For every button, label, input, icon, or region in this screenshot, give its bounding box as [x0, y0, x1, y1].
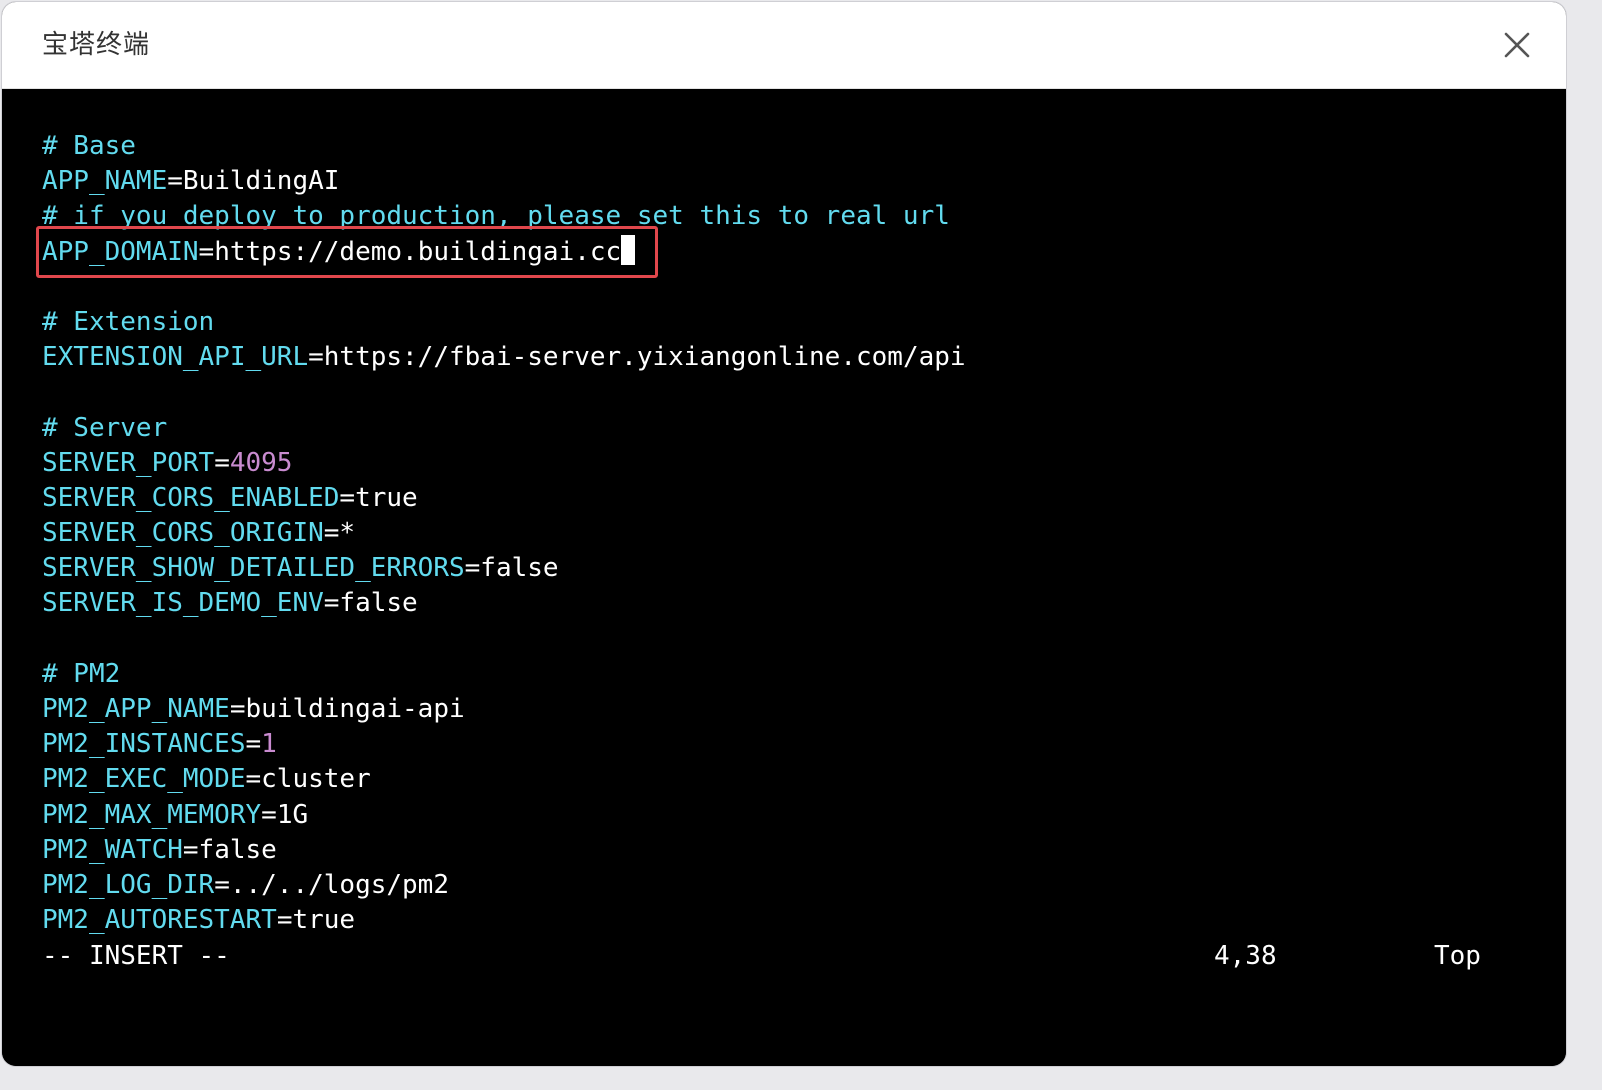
config-value: true	[355, 482, 418, 513]
config-key: PM2_MAX_MEMORY	[42, 799, 262, 830]
cursor-position: 4,38	[1214, 941, 1277, 971]
equals-sign: =	[323, 588, 340, 619]
config-key: PM2_WATCH	[42, 834, 183, 865]
config-value: false	[339, 588, 418, 619]
config-value: ../../logs/pm2	[229, 869, 449, 900]
config-line-pm2-app-name: PM2_APP_NAME=buildingai-api	[42, 692, 966, 727]
config-line-pm2-exec-mode: PM2_EXEC_MODE=cluster	[42, 762, 966, 797]
config-value: 1G	[276, 799, 309, 830]
config-key: SERVER_PORT	[42, 447, 215, 478]
config-value: https://fbai-server.yixiangonline.com/ap…	[323, 342, 966, 373]
config-line-pm2-max-memory: PM2_MAX_MEMORY=1G	[42, 798, 966, 833]
title-bar: 宝塔终端	[2, 2, 1566, 89]
config-key: SERVER_SHOW_DETAILED_ERRORS	[42, 553, 465, 584]
equals-sign: =	[308, 342, 324, 373]
config-line-server-show-detailed-errors: SERVER_SHOW_DETAILED_ERRORS=false	[42, 551, 966, 586]
config-value: cluster	[261, 764, 371, 795]
editor-lines: # Base APP_NAME=BuildingAI # if you deploy…	[42, 129, 966, 938]
config-value: *	[339, 518, 356, 549]
config-key: SERVER_CORS_ORIGIN	[42, 518, 324, 549]
window-title: 宝塔终端	[42, 30, 151, 60]
comment-line: # if you deploy to production, please se…	[42, 199, 966, 234]
comment-line: # Server	[42, 411, 966, 446]
comment-text: # Extension	[42, 306, 215, 337]
equals-sign: =	[261, 799, 277, 830]
config-value: buildingai-api	[245, 694, 465, 724]
equals-sign: =	[323, 518, 340, 549]
config-key: SERVER_IS_DEMO_ENV	[42, 588, 324, 619]
config-key: PM2_EXEC_MODE	[42, 764, 246, 795]
terminal-area[interactable]: # Base APP_NAME=BuildingAI # if you deploy…	[2, 89, 1566, 1066]
config-key: PM2_INSTANCES	[42, 729, 246, 760]
config-value: 1	[261, 729, 277, 760]
scroll-position: Top	[1434, 941, 1481, 971]
close-button[interactable]	[1498, 26, 1536, 64]
config-key: PM2_AUTORESTART	[42, 905, 277, 936]
config-line-pm2-watch: PM2_WATCH=false	[42, 833, 966, 868]
vim-status-line: -- INSERT -- 4,38 Top	[42, 939, 1492, 974]
comment-line: # Extension	[42, 305, 966, 340]
equals-sign: =	[214, 447, 230, 478]
equals-sign: =	[214, 869, 230, 900]
comment-text: # if you deploy to production, please se…	[42, 201, 950, 232]
comment-line: # Base	[42, 129, 966, 164]
config-line-server-port: SERVER_PORT=4095	[42, 446, 966, 481]
config-line-extension-api-url: EXTENSION_API_URL=https://fbai-server.yi…	[42, 340, 966, 375]
comment-text: # Server	[42, 412, 168, 443]
config-key: APP_NAME	[42, 166, 168, 197]
comment-text: # Base	[42, 131, 136, 161]
close-icon	[1504, 32, 1530, 58]
config-line-server-cors-origin: SERVER_CORS_ORIGIN=*	[42, 516, 966, 551]
config-line-pm2-instances: PM2_INSTANCES=1	[42, 727, 966, 762]
equals-sign: =	[464, 553, 481, 584]
config-key: APP_DOMAIN	[42, 236, 199, 267]
equals-sign: =	[276, 905, 293, 936]
equals-sign: =	[245, 729, 262, 760]
equals-sign: =	[339, 482, 356, 513]
config-line-server-is-demo-env: SERVER_IS_DEMO_ENV=false	[42, 586, 966, 621]
config-line-pm2-autorestart: PM2_AUTORESTART=true	[42, 903, 966, 938]
config-value: false	[198, 834, 277, 865]
config-value: https://demo.buildingai.cc	[214, 236, 622, 267]
insert-mode-indicator: -- INSERT --	[42, 941, 230, 971]
comment-text: # PM2	[42, 658, 121, 689]
text-cursor	[621, 234, 636, 265]
equals-sign: =	[182, 834, 199, 865]
config-key: PM2_LOG_DIR	[42, 869, 215, 900]
config-line-app-name: APP_NAME=BuildingAI	[42, 164, 966, 199]
config-value: false	[480, 553, 559, 584]
comment-line: # PM2	[42, 657, 966, 692]
equals-sign: =	[229, 694, 246, 724]
config-key: SERVER_CORS_ENABLED	[42, 482, 340, 513]
config-key: PM2_APP_NAME	[42, 694, 230, 724]
config-line-pm2-log-dir: PM2_LOG_DIR=../../logs/pm2	[42, 868, 966, 903]
config-line-app-domain: APP_DOMAIN=https://demo.buildingai.cc	[42, 234, 966, 270]
config-value: BuildingAI	[182, 166, 340, 197]
equals-sign: =	[245, 764, 262, 795]
config-value: true	[292, 905, 356, 936]
config-line-server-cors-enabled: SERVER_CORS_ENABLED=true	[42, 481, 966, 516]
equals-sign: =	[167, 166, 183, 197]
terminal-window: 宝塔终端 # Base APP_NAME=BuildingAI # if you d…	[2, 2, 1566, 1066]
equals-sign: =	[198, 236, 215, 267]
config-value: 4095	[229, 447, 293, 478]
config-key: EXTENSION_API_URL	[42, 342, 309, 373]
